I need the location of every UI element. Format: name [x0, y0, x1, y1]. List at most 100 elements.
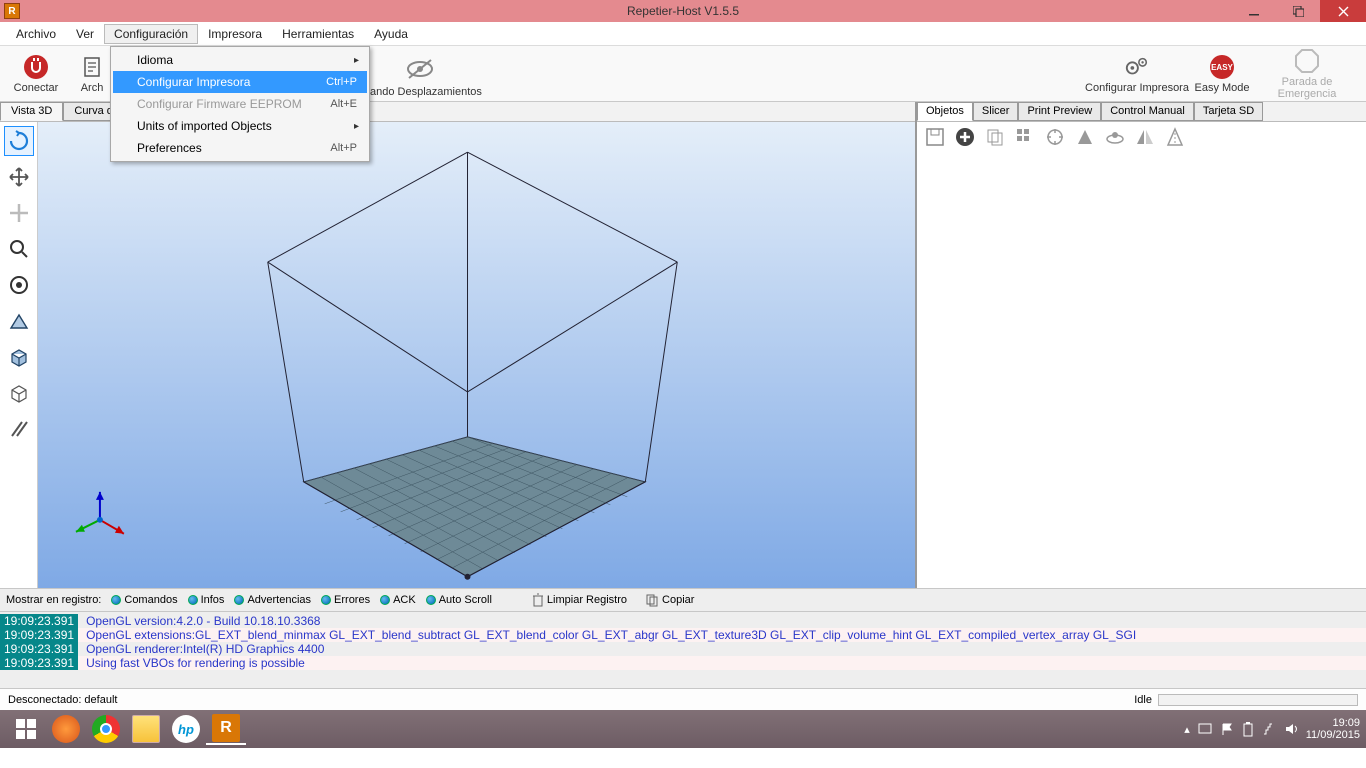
tray-action-center-icon[interactable] [1198, 722, 1212, 736]
connect-button[interactable]: Conectar [0, 46, 72, 102]
chk-errores[interactable]: Errores [321, 594, 370, 606]
chk-ack[interactable]: ACK [380, 594, 416, 606]
menu-archivo[interactable]: Archivo [6, 24, 66, 44]
start-button[interactable] [6, 713, 46, 745]
easy-mode-button[interactable]: EASY Easy Mode [1192, 46, 1252, 102]
taskbar-hp[interactable]: hp [166, 713, 206, 745]
configure-printer-button[interactable]: Configurar Impresora [1082, 46, 1192, 102]
dropdown-preferences[interactable]: PreferencesAlt+P [113, 137, 367, 159]
dropdown-configurar-eeprom: Configurar Firmware EEPROMAlt+E [113, 93, 367, 115]
menu-impresora[interactable]: Impresora [198, 24, 272, 44]
system-tray: ▴ 19:09 11/09/2015 [1184, 717, 1360, 741]
tab-slicer[interactable]: Slicer [973, 102, 1019, 121]
rotate-icon [8, 130, 30, 152]
add-object-button[interactable] [953, 125, 977, 149]
log-line: 19:09:23.391OpenGL extensions:GL_EXT_ble… [0, 628, 1366, 642]
rotate-object-button[interactable] [1103, 125, 1127, 149]
rotate-view-button[interactable] [4, 126, 34, 156]
tray-up-icon[interactable]: ▴ [1184, 723, 1190, 736]
clear-log-button[interactable]: Limpiar Registro [528, 593, 631, 607]
perspective-icon [8, 310, 30, 332]
status-progress [1158, 694, 1358, 706]
maximize-button[interactable] [1276, 0, 1320, 22]
eye-off-icon [405, 56, 435, 82]
taskbar-chrome[interactable] [86, 713, 126, 745]
center-button[interactable] [1043, 125, 1067, 149]
chk-infos[interactable]: Infos [188, 594, 225, 606]
tab-objetos[interactable]: Objetos [917, 102, 973, 121]
dropdown-configurar-impresora[interactable]: Configurar ImpresoraCtrl+P [113, 71, 367, 93]
easy-mode-label: Easy Mode [1194, 82, 1249, 94]
tray-wifi-icon[interactable] [1262, 722, 1276, 736]
chk-autoscroll[interactable]: Auto Scroll [426, 594, 492, 606]
tray-clock[interactable]: 19:09 11/09/2015 [1306, 717, 1360, 741]
chk-advertencias[interactable]: Advertencias [234, 594, 311, 606]
window-title: Repetier-Host V1.5.5 [627, 4, 739, 18]
tab-print-preview[interactable]: Print Preview [1018, 102, 1101, 121]
status-bar: Desconectado: default Idle [0, 688, 1366, 710]
tab-vista-3d[interactable]: Vista 3D [0, 102, 63, 121]
cube-solid-icon [8, 346, 30, 368]
copy-icon [985, 127, 1005, 147]
move-object-button[interactable] [4, 198, 34, 228]
tab-control-manual[interactable]: Control Manual [1101, 102, 1194, 121]
scale-button[interactable] [1073, 125, 1097, 149]
status-connection: Desconectado: default [8, 694, 117, 706]
log-line: 19:09:23.391OpenGL renderer:Intel(R) HD … [0, 642, 1366, 656]
menu-configuracion[interactable]: Configuración [104, 24, 198, 44]
title-bar: R Repetier-Host V1.5.5 [0, 0, 1366, 22]
parallel-lines-button[interactable] [4, 414, 34, 444]
copy-log-button[interactable]: Copiar [641, 593, 698, 607]
archive-label: Arch [81, 82, 104, 94]
zoom-fit-button[interactable] [4, 270, 34, 300]
viewport-toolbar [0, 122, 38, 588]
mirror-button[interactable] [1133, 125, 1157, 149]
close-button[interactable] [1320, 0, 1366, 22]
tab-tarjeta-sd[interactable]: Tarjeta SD [1194, 102, 1263, 121]
save-object-button[interactable] [923, 125, 947, 149]
plug-icon [23, 54, 49, 80]
perspective-button[interactable] [4, 306, 34, 336]
iso-view-button[interactable] [4, 342, 34, 372]
taskbar-firefox[interactable] [46, 713, 86, 745]
zoom-button[interactable] [4, 234, 34, 264]
log-options-label: Mostrar en registro: [6, 594, 101, 606]
zoom-icon [8, 238, 30, 260]
menu-herramientas[interactable]: Herramientas [272, 24, 364, 44]
emergency-stop-label: Parada de Emergencia [1252, 76, 1362, 100]
taskbar-repetier[interactable]: R [206, 713, 246, 745]
cut-icon [1166, 127, 1184, 147]
move-object-icon [8, 202, 30, 224]
wire-view-button[interactable] [4, 378, 34, 408]
menu-ayuda[interactable]: Ayuda [364, 24, 418, 44]
arrange-button[interactable] [1013, 125, 1037, 149]
configuracion-dropdown: Idioma Configurar ImpresoraCtrl+P Config… [110, 46, 370, 162]
chk-comandos[interactable]: Comandos [111, 594, 177, 606]
minimize-button[interactable] [1232, 0, 1276, 22]
log-line: 19:09:23.391OpenGL version:4.2.0 - Build… [0, 614, 1366, 628]
stop-icon [1294, 48, 1320, 74]
zoom-fit-icon [8, 274, 30, 296]
archive-button[interactable]: Arch [72, 46, 112, 102]
copy-object-button[interactable] [983, 125, 1007, 149]
taskbar-explorer[interactable] [126, 713, 166, 745]
tray-battery-icon[interactable] [1242, 721, 1254, 737]
cut-button[interactable] [1163, 125, 1187, 149]
emergency-stop-button[interactable]: Parada de Emergencia [1252, 46, 1362, 102]
triangle-icon [1076, 128, 1094, 146]
svg-text:EASY: EASY [1211, 63, 1233, 72]
right-tabs: Objetos Slicer Print Preview Control Man… [917, 102, 1366, 122]
copy-log-icon [645, 593, 659, 607]
menu-ver[interactable]: Ver [66, 24, 104, 44]
log-panel: 19:09:23.391OpenGL version:4.2.0 - Build… [0, 612, 1366, 688]
dropdown-units[interactable]: Units of imported Objects [113, 115, 367, 137]
move-view-button[interactable] [4, 162, 34, 192]
easy-icon: EASY [1209, 54, 1235, 80]
configure-printer-label: Configurar Impresora [1085, 82, 1189, 94]
dropdown-idioma[interactable]: Idioma [113, 49, 367, 71]
tray-flag-icon[interactable] [1220, 722, 1234, 736]
tray-volume-icon[interactable] [1284, 722, 1298, 736]
3d-viewport[interactable] [38, 122, 915, 588]
windows-taskbar: hp R ▴ 19:09 11/09/2015 [0, 710, 1366, 748]
move-icon [8, 166, 30, 188]
